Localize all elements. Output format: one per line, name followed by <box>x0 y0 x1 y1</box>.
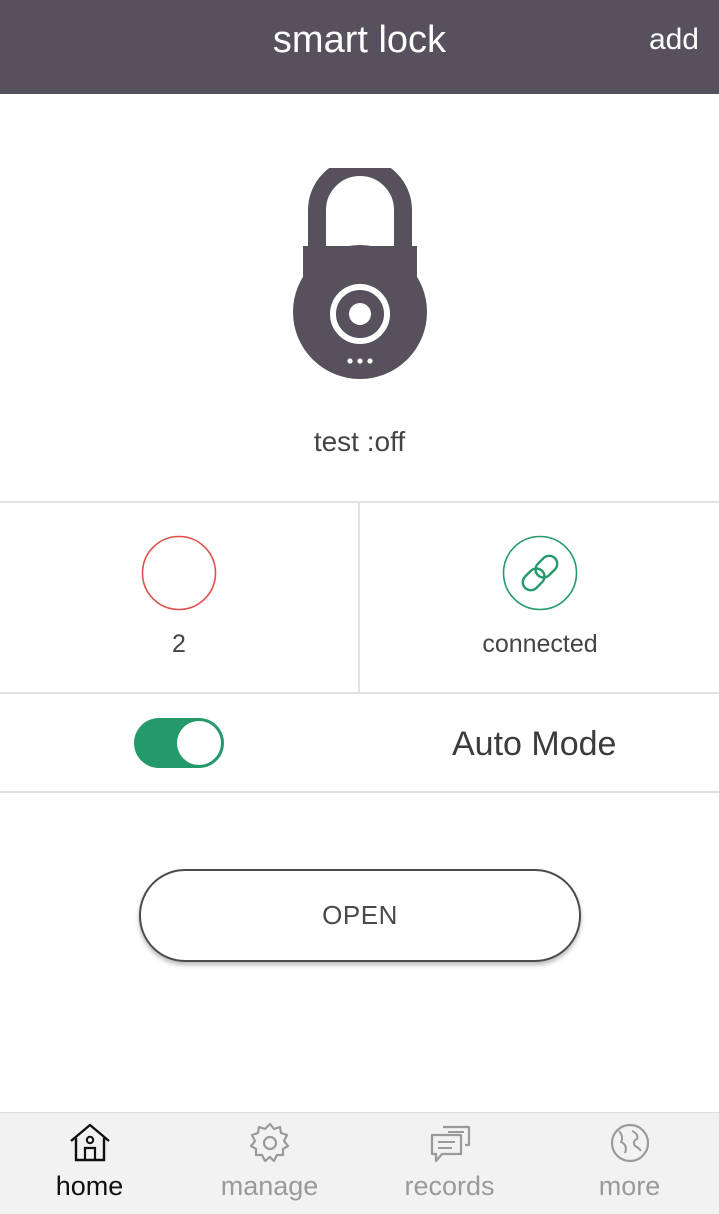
tab-home[interactable]: home <box>0 1113 179 1214</box>
tab-records-label: records <box>404 1171 495 1201</box>
tab-records[interactable]: records <box>360 1113 539 1214</box>
bottom-tab-bar: home manage records more <box>0 1112 719 1214</box>
padlock-icon <box>292 158 427 379</box>
page-title: smart lock <box>272 19 447 61</box>
count-stat: 2 <box>0 503 358 693</box>
open-button[interactable]: OPEN <box>139 869 581 962</box>
empty-circle-icon <box>141 535 217 611</box>
divider <box>0 791 719 793</box>
records-icon <box>430 1125 470 1163</box>
globe-icon <box>610 1123 649 1163</box>
vertical-divider <box>358 502 360 693</box>
tab-home-label: home <box>55 1171 124 1201</box>
connection-stat: connected <box>361 503 719 693</box>
lock-status-text: test :off <box>313 426 406 457</box>
tab-manage-label: manage <box>220 1171 319 1201</box>
app-screen: smart lock add test :off 2 connected Aut… <box>0 0 719 1214</box>
home-icon <box>69 1123 110 1162</box>
tab-manage[interactable]: manage <box>180 1113 359 1214</box>
link-icon <box>502 535 578 611</box>
auto-mode-label: Auto Mode <box>452 725 617 763</box>
gear-icon <box>249 1122 289 1163</box>
add-button[interactable]: add <box>649 20 699 60</box>
lock-illustration <box>0 158 719 388</box>
auto-mode-toggle[interactable] <box>134 718 224 768</box>
tab-more-label: more <box>598 1171 661 1201</box>
toggle-knob <box>177 721 221 765</box>
app-header: smart lock add <box>0 0 719 94</box>
tab-more[interactable]: more <box>540 1113 719 1214</box>
count-value: 2 <box>172 630 186 658</box>
connection-status: connected <box>482 630 598 658</box>
divider <box>0 692 719 694</box>
